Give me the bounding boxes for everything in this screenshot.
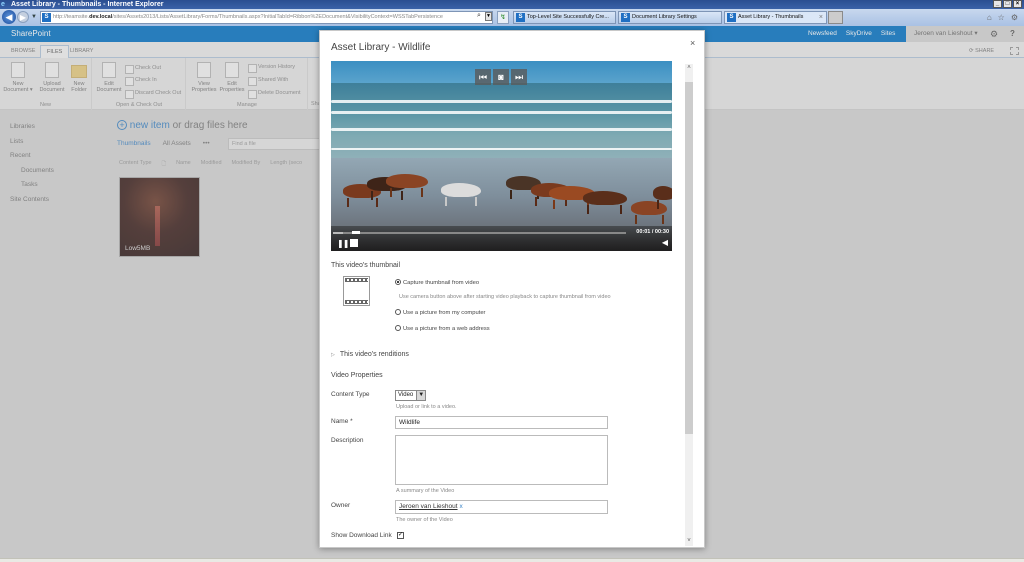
scroll-down-icon[interactable]: ˅ bbox=[685, 538, 693, 544]
asset-dialog: Asset Library - Wildlife × ⏮ ◙ ⏭ 00:01 /… bbox=[319, 30, 705, 548]
sharepoint-favicon-icon: S bbox=[516, 13, 525, 22]
renditions-label: This video's renditions bbox=[339, 351, 409, 358]
favorites-icon[interactable]: ☆ bbox=[998, 13, 1005, 22]
video-thumbnail-icon bbox=[343, 276, 370, 306]
compatibility-icon[interactable]: ↯ bbox=[497, 11, 509, 24]
name-label: Name * bbox=[331, 418, 353, 425]
remove-owner-button[interactable]: x bbox=[460, 503, 463, 510]
ie-logo-icon: e bbox=[1, 1, 5, 8]
address-prefix: http://teamsite. bbox=[53, 14, 90, 20]
history-dropdown-icon[interactable]: ▼ bbox=[31, 14, 37, 20]
name-input[interactable]: Wildlife bbox=[395, 416, 608, 429]
volume-icon[interactable]: ◀ bbox=[662, 238, 668, 247]
stop-button[interactable] bbox=[350, 239, 358, 247]
sharepoint-favicon-icon: S bbox=[621, 13, 630, 22]
back-button[interactable]: ◀ bbox=[2, 10, 16, 24]
maximize-button[interactable]: □ bbox=[1003, 0, 1012, 8]
owner-name[interactable]: Jeroen van Lieshout bbox=[399, 503, 458, 510]
address-host: dev.local bbox=[89, 14, 113, 20]
video-time: 00:01 / 00:30 bbox=[636, 229, 669, 235]
radio-button-checked[interactable] bbox=[395, 279, 401, 285]
close-tab-icon[interactable]: × bbox=[819, 12, 823, 23]
step-back-button[interactable]: ⏮ bbox=[475, 69, 491, 85]
tools-gear-icon[interactable]: ⚙ bbox=[1011, 13, 1018, 22]
browser-tab[interactable]: S Document Library Settings bbox=[618, 11, 722, 24]
capture-hint: Use camera button above after starting v… bbox=[399, 294, 611, 300]
video-wave bbox=[331, 100, 672, 103]
browser-tab-active[interactable]: S Asset Library - Thumbnails × bbox=[724, 11, 827, 24]
window-title: Asset Library - Thumbnails - Internet Ex… bbox=[11, 1, 164, 8]
video-player[interactable]: ⏮ ◙ ⏭ 00:01 / 00:30 ❚❚ ◀ bbox=[331, 61, 672, 251]
video-progress-knob[interactable] bbox=[352, 231, 361, 234]
owner-people-picker[interactable]: Jeroen van Lieshout x bbox=[395, 500, 608, 514]
radio-picture-from-computer[interactable]: Use a picture from my computer bbox=[395, 309, 485, 316]
window-controls: _ □ × bbox=[993, 0, 1022, 8]
radio-capture-from-video[interactable]: Capture thumbnail from video bbox=[395, 279, 479, 286]
tab-label: Document Library Settings bbox=[632, 14, 697, 20]
camera-capture-button[interactable]: ◙ bbox=[493, 69, 509, 85]
content-type-select[interactable]: Video ▼ bbox=[395, 390, 427, 401]
radio-label: Capture thumbnail from video bbox=[403, 280, 480, 286]
video-control-bar: 00:01 / 00:30 ❚❚ ◀ bbox=[331, 226, 672, 251]
renditions-toggle[interactable]: ▷ This video's renditions bbox=[331, 351, 409, 358]
show-download-link-checkbox[interactable]: ✓ bbox=[397, 532, 404, 539]
film-perforation bbox=[345, 278, 368, 282]
owner-label: Owner bbox=[331, 502, 351, 509]
radio-button[interactable] bbox=[395, 325, 401, 331]
content-type-label: Content Type bbox=[331, 391, 370, 398]
content-type-hint: Upload or link to a video. bbox=[396, 404, 457, 410]
close-window-button[interactable]: × bbox=[1013, 0, 1022, 8]
content-type-value: Video bbox=[398, 392, 414, 398]
sharepoint-favicon-icon: S bbox=[727, 13, 736, 22]
sharepoint-favicon-icon: S bbox=[42, 13, 51, 22]
description-textarea[interactable] bbox=[395, 435, 608, 485]
description-hint: A summary of the Video bbox=[396, 488, 455, 494]
tab-label: Top-Level Site Successfully Cre... bbox=[527, 14, 609, 20]
video-wave bbox=[331, 111, 672, 114]
address-bar[interactable]: S http://teamsite.dev.local/sites/Assets… bbox=[40, 11, 493, 24]
video-horse bbox=[441, 183, 481, 206]
tab-label: Asset Library - Thumbnails bbox=[738, 14, 804, 20]
video-horse bbox=[386, 174, 428, 197]
search-icon[interactable]: ⌕ bbox=[477, 12, 481, 20]
pause-button[interactable]: ❚❚ bbox=[337, 239, 349, 248]
video-sea bbox=[331, 83, 672, 158]
home-icon[interactable]: ⌂ bbox=[987, 13, 992, 22]
dialog-scrollbar[interactable]: ˄ ˅ bbox=[685, 64, 693, 546]
description-label: Description bbox=[331, 437, 364, 444]
scroll-up-icon[interactable]: ˄ bbox=[685, 65, 693, 71]
video-horse bbox=[583, 191, 627, 214]
radio-label: Use a picture from my computer bbox=[403, 310, 486, 316]
address-path: /sites/Assets2013/Lists/AssetLibrary/For… bbox=[112, 14, 443, 20]
video-horse bbox=[653, 186, 672, 209]
browser-navbar: ◀ ▶ ▼ S http://teamsite.dev.local/sites/… bbox=[0, 9, 1024, 26]
browser-tab[interactable]: S Top-Level Site Successfully Cre... bbox=[513, 11, 616, 24]
dialog-title: Asset Library - Wildlife bbox=[331, 42, 431, 53]
browser-statusbar bbox=[0, 558, 1024, 562]
expand-triangle-icon: ▷ bbox=[331, 352, 335, 358]
new-tab-button[interactable] bbox=[828, 11, 843, 24]
radio-button[interactable] bbox=[395, 309, 401, 315]
video-wave bbox=[331, 148, 672, 150]
video-wave bbox=[331, 128, 672, 131]
ie-toolbar: ⌂ ☆ ⚙ bbox=[987, 13, 1018, 22]
dialog-close-button[interactable]: × bbox=[690, 38, 695, 48]
thumbnail-section-title: This video's thumbnail bbox=[331, 262, 401, 269]
minimize-button[interactable]: _ bbox=[993, 0, 1002, 8]
thumbnail-capture-controls: ⏮ ◙ ⏭ bbox=[475, 69, 527, 85]
video-properties-title: Video Properties bbox=[331, 372, 383, 379]
chevron-down-icon: ▼ bbox=[416, 391, 426, 400]
step-forward-button[interactable]: ⏭ bbox=[511, 69, 527, 85]
forward-button[interactable]: ▶ bbox=[17, 11, 29, 23]
film-perforation bbox=[345, 300, 368, 304]
owner-hint: The owner of the Video bbox=[396, 517, 453, 523]
download-link-label: Show Download Link bbox=[331, 532, 392, 539]
scrollbar-thumb[interactable] bbox=[685, 82, 693, 434]
radio-label: Use a picture from a web address bbox=[403, 326, 490, 332]
video-progress-fill bbox=[333, 232, 343, 234]
address-dropdown-icon[interactable]: ▼ bbox=[485, 12, 492, 21]
video-progress-bar[interactable] bbox=[333, 231, 626, 234]
window-titlebar: e Asset Library - Thumbnails - Internet … bbox=[0, 0, 1024, 9]
radio-picture-from-web[interactable]: Use a picture from a web address bbox=[395, 325, 490, 332]
